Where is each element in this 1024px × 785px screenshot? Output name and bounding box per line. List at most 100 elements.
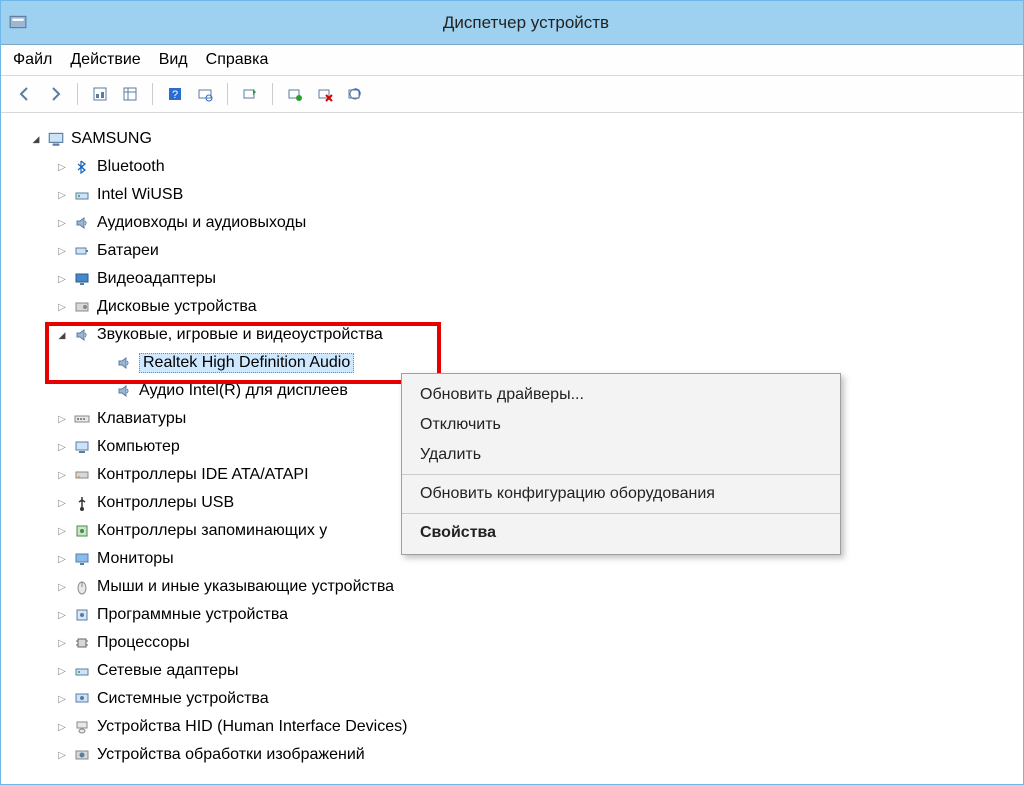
- tree-item-label: Сетевые адаптеры: [97, 662, 239, 680]
- expand-icon[interactable]: [55, 412, 69, 426]
- expand-icon[interactable]: [55, 552, 69, 566]
- expand-icon: [97, 384, 111, 398]
- tree-item[interactable]: Устройства обработки изображений: [9, 741, 1015, 769]
- tree-root[interactable]: SAMSUNG: [9, 125, 1015, 153]
- tree-item-label: Realtek High Definition Audio: [139, 353, 354, 373]
- keyboard-icon: [73, 410, 91, 428]
- tree-item-label: Мониторы: [97, 550, 174, 568]
- menu-file[interactable]: Файл: [13, 51, 52, 69]
- app-icon: [9, 13, 29, 33]
- update-driver-button[interactable]: [236, 80, 264, 108]
- expand-icon[interactable]: [55, 188, 69, 202]
- menu-view[interactable]: Вид: [159, 51, 188, 69]
- software-icon: [73, 606, 91, 624]
- expand-icon[interactable]: [29, 132, 43, 146]
- tree-item-label: Системные устройства: [97, 690, 269, 708]
- uninstall-button[interactable]: [311, 80, 339, 108]
- expand-icon[interactable]: [55, 216, 69, 230]
- toolbar-sep: [272, 83, 273, 105]
- computer-icon: [73, 438, 91, 456]
- expand-icon[interactable]: [55, 608, 69, 622]
- tree-item[interactable]: Звуковые, игровые и видеоустройства: [9, 321, 1015, 349]
- device-tree[interactable]: SAMSUNG Bluetooth Intel WiUSB Аудиовходы и…: [1, 113, 1023, 778]
- expand-icon[interactable]: [55, 328, 69, 342]
- tree-item[interactable]: Bluetooth: [9, 153, 1015, 181]
- speaker-icon: [73, 214, 91, 232]
- expand-icon[interactable]: [55, 272, 69, 286]
- menu-action[interactable]: Действие: [70, 51, 140, 69]
- context-scan-hardware[interactable]: Обновить конфигурацию оборудования: [402, 479, 840, 509]
- help-button[interactable]: ?: [161, 80, 189, 108]
- context-disable[interactable]: Отключить: [402, 410, 840, 440]
- tree-item[interactable]: Мыши и иные указывающие устройства: [9, 573, 1015, 601]
- imaging-icon: [73, 746, 91, 764]
- tree-item[interactable]: Батареи: [9, 237, 1015, 265]
- expand-icon[interactable]: [55, 748, 69, 762]
- bluetooth-icon: [73, 158, 91, 176]
- net-icon: [73, 186, 91, 204]
- tree-item[interactable]: Дисковые устройства: [9, 293, 1015, 321]
- tree-item-label: Клавиатуры: [97, 410, 186, 428]
- tree-item-label: Дисковые устройства: [97, 298, 257, 316]
- view-button[interactable]: [116, 80, 144, 108]
- battery-icon: [73, 242, 91, 260]
- tree-item-label: Контроллеры IDE ATA/ATAPI: [97, 466, 309, 484]
- tree-item[interactable]: Аудиовходы и аудиовыходы: [9, 209, 1015, 237]
- tree-item[interactable]: Устройства HID (Human Interface Devices): [9, 713, 1015, 741]
- tree-item-label: Контроллеры USB: [97, 494, 234, 512]
- enable-button[interactable]: [281, 80, 309, 108]
- expand-icon[interactable]: [55, 300, 69, 314]
- menu-help[interactable]: Справка: [206, 51, 269, 69]
- context-update-drivers[interactable]: Обновить драйверы...: [402, 380, 840, 410]
- system-icon: [73, 690, 91, 708]
- usb-icon: [73, 494, 91, 512]
- tree-item[interactable]: Intel WiUSB: [9, 181, 1015, 209]
- expand-icon[interactable]: [55, 636, 69, 650]
- tree-item-label: Устройства обработки изображений: [97, 746, 365, 764]
- ide-icon: [73, 466, 91, 484]
- speaker-icon: [115, 382, 133, 400]
- toolbar-sep: [227, 83, 228, 105]
- net-icon: [73, 662, 91, 680]
- svg-text:?: ?: [172, 89, 178, 101]
- tree-item-label: Видеоадаптеры: [97, 270, 216, 288]
- monitor-icon: [73, 550, 91, 568]
- tree-item-label: Программные устройства: [97, 606, 288, 624]
- tree-item[interactable]: Системные устройства: [9, 685, 1015, 713]
- tree-item[interactable]: Видеоадаптеры: [9, 265, 1015, 293]
- context-delete[interactable]: Удалить: [402, 440, 840, 470]
- expand-icon[interactable]: [55, 440, 69, 454]
- hid-icon: [73, 718, 91, 736]
- tree-item[interactable]: Процессоры: [9, 629, 1015, 657]
- expand-icon[interactable]: [55, 524, 69, 538]
- storage-icon: [73, 522, 91, 540]
- toolbar-sep: [152, 83, 153, 105]
- expand-icon[interactable]: [55, 496, 69, 510]
- tree-item-label: Звуковые, игровые и видеоустройства: [97, 326, 383, 344]
- tree-item-label: Контроллеры запоминающих у: [97, 522, 327, 540]
- tree-item[interactable]: Сетевые адаптеры: [9, 657, 1015, 685]
- expand-icon[interactable]: [55, 160, 69, 174]
- expand-icon[interactable]: [55, 720, 69, 734]
- properties-button[interactable]: [341, 80, 369, 108]
- tree-item-label: Батареи: [97, 242, 159, 260]
- forward-button[interactable]: [41, 80, 69, 108]
- speaker-icon: [73, 326, 91, 344]
- toolbar-sep: [77, 83, 78, 105]
- show-hidden-button[interactable]: [86, 80, 114, 108]
- expand-icon[interactable]: [55, 664, 69, 678]
- expand-icon[interactable]: [55, 468, 69, 482]
- disk-icon: [73, 298, 91, 316]
- cpu-icon: [73, 634, 91, 652]
- toolbar: ?: [1, 76, 1023, 113]
- context-properties[interactable]: Свойства: [402, 518, 840, 548]
- tree-item-label: Аудиовходы и аудиовыходы: [97, 214, 306, 232]
- expand-icon[interactable]: [55, 244, 69, 258]
- tree-item-label: Bluetooth: [97, 158, 165, 176]
- expand-icon[interactable]: [55, 580, 69, 594]
- tree-item[interactable]: Программные устройства: [9, 601, 1015, 629]
- back-button[interactable]: [11, 80, 39, 108]
- expand-icon[interactable]: [55, 692, 69, 706]
- scan-hardware-button[interactable]: [191, 80, 219, 108]
- display-icon: [73, 270, 91, 288]
